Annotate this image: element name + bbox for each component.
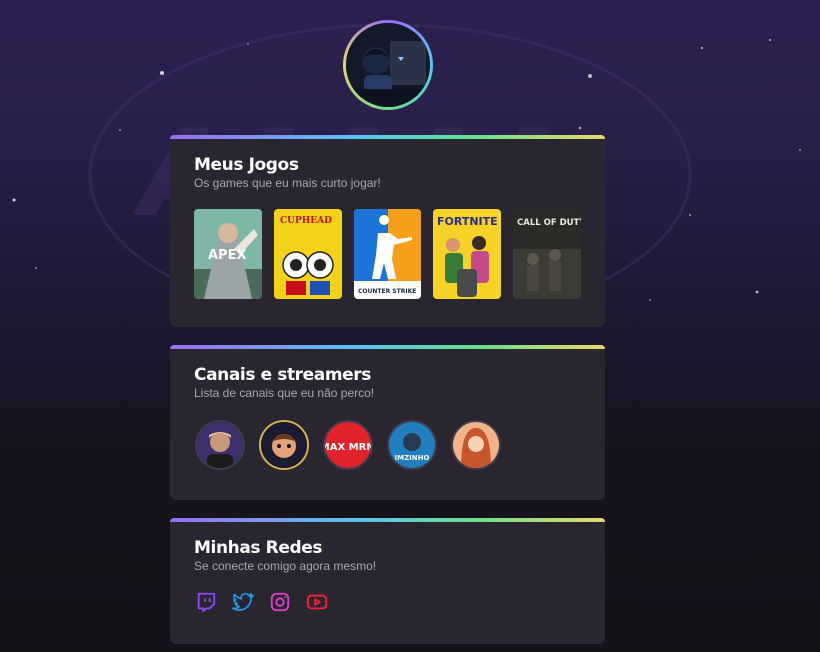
game-call-of-duty[interactable]: CALL OF DUTY [513,209,581,299]
channel-avatar-5[interactable] [451,420,501,470]
channels-list: MAX MRM IMZINHO [195,420,581,470]
twitter-icon[interactable] [232,591,254,613]
channels-card: Canais e streamers Lista de canais que e… [170,345,605,500]
socials-title: Minhas Redes [194,538,323,558]
game-fortnite[interactable]: FORTNITE [433,209,502,299]
channels-title: Canais e streamers [194,365,372,385]
avatar-image [346,23,430,107]
games-card: Meus Jogos Os games que eu mais curto jo… [170,135,605,327]
instagram-icon[interactable] [269,591,291,613]
cs-cover-text: COUNTER STRIKE [358,288,416,295]
channel-3-logo-text: MAX MRM [325,442,371,453]
fortnite-cover-text: FORTNITE [437,215,498,228]
socials-subtitle: Se conecte comigo agora mesmo! [194,559,377,573]
channel-avatar-3[interactable]: MAX MRM [323,420,373,470]
twitch-icon[interactable] [195,591,217,613]
profile-avatar [343,20,433,110]
socials-card: Minhas Redes Se conecte comigo agora mes… [170,518,605,644]
youtube-icon[interactable] [306,591,328,613]
channel-avatar-2[interactable] [259,420,309,470]
games-title: Meus Jogos [194,155,299,175]
game-counter-strike[interactable]: COUNTER STRIKE [353,209,422,299]
channel-4-logo-text: IMZINHO [395,454,430,462]
channels-subtitle: Lista de canais que eu não perco! [194,386,375,400]
cuphead-cover-text: CUPHEAD [280,216,332,226]
game-cuphead[interactable]: CUPHEAD [273,209,342,299]
apex-cover-text: APEX [208,248,247,263]
game-apex[interactable]: APEX [194,209,262,299]
cod-cover-text: CALL OF DUTY [517,218,581,228]
channel-avatar-1[interactable] [195,420,245,470]
games-subtitle: Os games que eu mais curto jogar! [194,176,381,190]
socials-list [195,591,581,613]
games-list: APEX CUPHEAD COUNTER STRIKE FORTNITE CAL… [194,209,581,299]
channel-avatar-4[interactable]: IMZINHO [387,420,437,470]
